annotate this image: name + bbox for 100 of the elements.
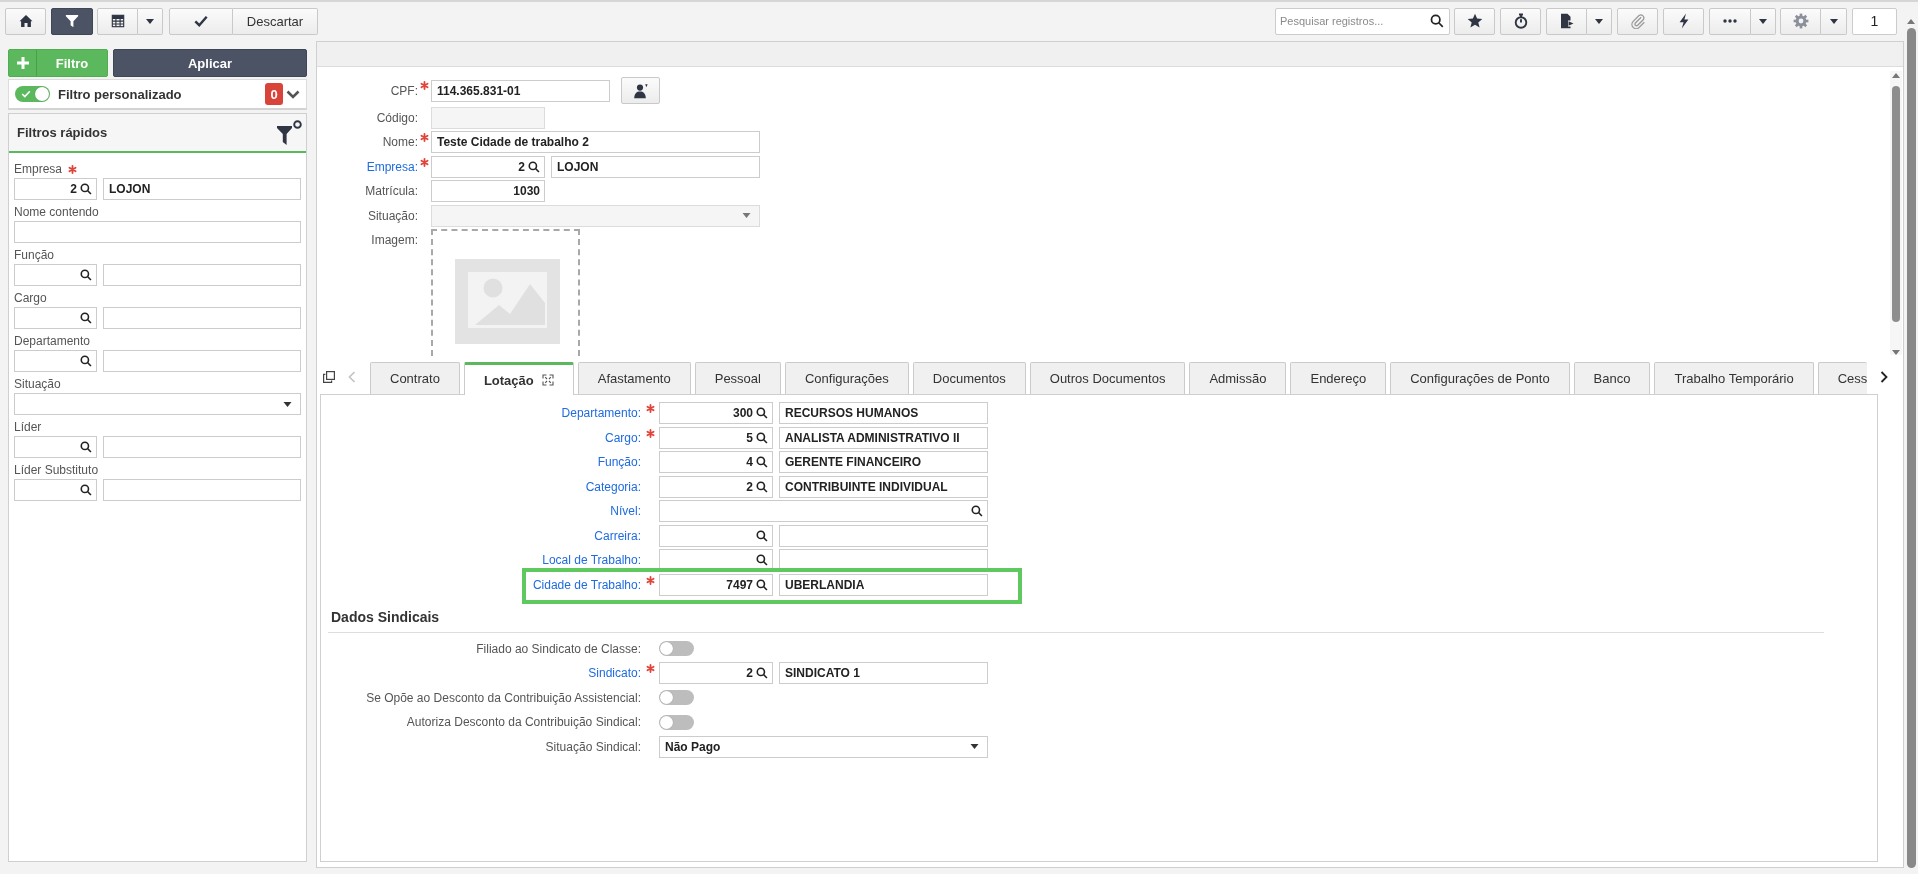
tab[interactable]: Banco — [1573, 362, 1651, 394]
tab[interactable]: Lotação — [463, 362, 574, 395]
field-link[interactable]: Nível: — [610, 504, 641, 518]
code-field[interactable] — [14, 264, 97, 286]
tab[interactable]: Trabalho Temporário — [1654, 362, 1814, 394]
name-field[interactable]: GERENTE FINANCEIRO — [779, 451, 988, 473]
code-field[interactable]: 300 — [659, 402, 773, 424]
favorite-button[interactable] — [1454, 7, 1495, 35]
tab[interactable]: Configurações de Ponto — [1390, 362, 1570, 394]
home-button[interactable] — [5, 7, 46, 35]
apply-button[interactable]: Aplicar — [113, 49, 307, 77]
page-number-field[interactable]: 1 — [1852, 7, 1897, 35]
code-field[interactable]: 2 — [14, 178, 97, 200]
search-icon[interactable] — [80, 484, 92, 496]
input-field[interactable]: Teste Cidade de trabalho 2 — [431, 131, 760, 153]
search-icon[interactable] — [756, 456, 768, 468]
input-field[interactable]: 1030 — [431, 180, 545, 202]
code-field[interactable]: 2 — [431, 155, 545, 178]
export-button[interactable] — [1546, 7, 1587, 35]
search-icon[interactable] — [971, 505, 983, 517]
person-button[interactable] — [621, 77, 660, 104]
lookup-field[interactable] — [659, 500, 988, 522]
tab[interactable]: Contrato — [370, 362, 460, 394]
toggle-switch[interactable] — [659, 690, 694, 705]
action-button[interactable] — [1663, 7, 1704, 35]
name-field[interactable]: ANALISTA ADMINISTRATIVO II — [779, 426, 988, 449]
save-button[interactable] — [169, 7, 233, 35]
toggle-switch[interactable] — [15, 86, 50, 102]
tab[interactable]: Configurações — [784, 362, 909, 394]
search-icon[interactable] — [80, 355, 92, 367]
name-field[interactable]: SINDICATO 1 — [779, 662, 988, 684]
field-link[interactable]: Departamento: — [561, 406, 641, 420]
code-field[interactable] — [14, 479, 97, 501]
name-field[interactable] — [103, 436, 301, 458]
name-field[interactable] — [103, 264, 301, 286]
search-icon[interactable] — [756, 407, 768, 419]
table-view-button[interactable] — [97, 7, 138, 35]
search-icon[interactable] — [80, 441, 92, 453]
name-field[interactable]: UBERLANDIA — [779, 573, 988, 596]
timer-button[interactable] — [1500, 7, 1541, 35]
select-field[interactable] — [14, 393, 301, 415]
chevron-down-icon[interactable] — [286, 89, 300, 99]
scroll-up-icon[interactable] — [1907, 19, 1915, 24]
copy-icon[interactable] — [323, 371, 335, 383]
tab[interactable]: Pessoal — [694, 362, 781, 394]
name-field[interactable]: CONTRIBUINTE INDIVIDUAL — [779, 475, 988, 498]
code-field[interactable] — [659, 524, 773, 547]
search-icon[interactable] — [756, 529, 768, 542]
name-field[interactable] — [779, 549, 988, 571]
search-icon[interactable] — [80, 183, 92, 195]
code-field[interactable] — [659, 549, 773, 571]
field-link[interactable]: Carreira: — [594, 528, 641, 543]
field-link[interactable]: Local de Trabalho: — [542, 553, 641, 567]
name-field[interactable] — [103, 307, 301, 329]
tab[interactable]: Documentos — [912, 362, 1026, 394]
input-field[interactable] — [14, 221, 301, 243]
dropdown-button[interactable] — [1821, 7, 1847, 35]
scrollbar-thumb[interactable] — [1892, 86, 1900, 322]
tab[interactable]: Outros Documentos — [1029, 362, 1186, 394]
funnel-icon[interactable] — [276, 119, 302, 146]
code-field[interactable]: 2 — [659, 662, 773, 684]
search-icon[interactable] — [80, 312, 92, 324]
name-field[interactable]: LOJON — [103, 178, 301, 200]
search-icon[interactable] — [756, 554, 768, 566]
toggle-switch[interactable] — [659, 641, 694, 656]
field-link[interactable]: Sindicato: — [588, 666, 641, 680]
search-icon[interactable] — [756, 578, 768, 591]
scrollbar-thumb[interactable] — [1906, 28, 1916, 868]
dropdown-button[interactable] — [1751, 7, 1776, 35]
search-icon[interactable] — [756, 667, 768, 679]
name-field[interactable]: LOJON — [551, 155, 760, 178]
field-link[interactable]: Cargo: — [604, 430, 641, 445]
dropdown-button[interactable] — [1587, 7, 1612, 35]
dropdown-button[interactable] — [138, 7, 163, 35]
name-field[interactable] — [103, 479, 301, 501]
tab[interactable]: Afastamento — [577, 362, 691, 394]
search-icon[interactable] — [80, 269, 92, 281]
field-link[interactable]: Empresa: — [366, 159, 418, 174]
tab[interactable]: Cess — [1817, 362, 1868, 394]
name-field[interactable] — [103, 350, 301, 372]
filter-button[interactable] — [51, 7, 93, 35]
code-field[interactable] — [14, 307, 97, 329]
scroll-down-icon[interactable] — [1892, 350, 1900, 355]
field-link[interactable]: Cidade de Trabalho: — [532, 577, 641, 592]
code-field[interactable]: 7497 — [659, 573, 773, 596]
name-field[interactable] — [779, 524, 988, 547]
toggle-switch[interactable] — [659, 714, 694, 730]
chevron-right-icon[interactable] — [1880, 371, 1888, 383]
input-field[interactable]: 114.365.831-01 — [431, 79, 610, 102]
expand-icon[interactable] — [541, 374, 554, 386]
code-field[interactable] — [14, 436, 97, 458]
scroll-up-icon[interactable] — [1892, 73, 1900, 78]
code-field[interactable] — [14, 350, 97, 372]
search-icon[interactable] — [1430, 14, 1444, 28]
code-field[interactable]: 4 — [659, 451, 773, 473]
field-link[interactable]: Função: — [597, 455, 641, 469]
discard-button[interactable]: Descartar — [233, 7, 318, 35]
search-icon[interactable] — [756, 480, 768, 493]
select-field[interactable]: Não Pago — [659, 735, 988, 758]
tab[interactable]: Admissão — [1189, 362, 1287, 394]
